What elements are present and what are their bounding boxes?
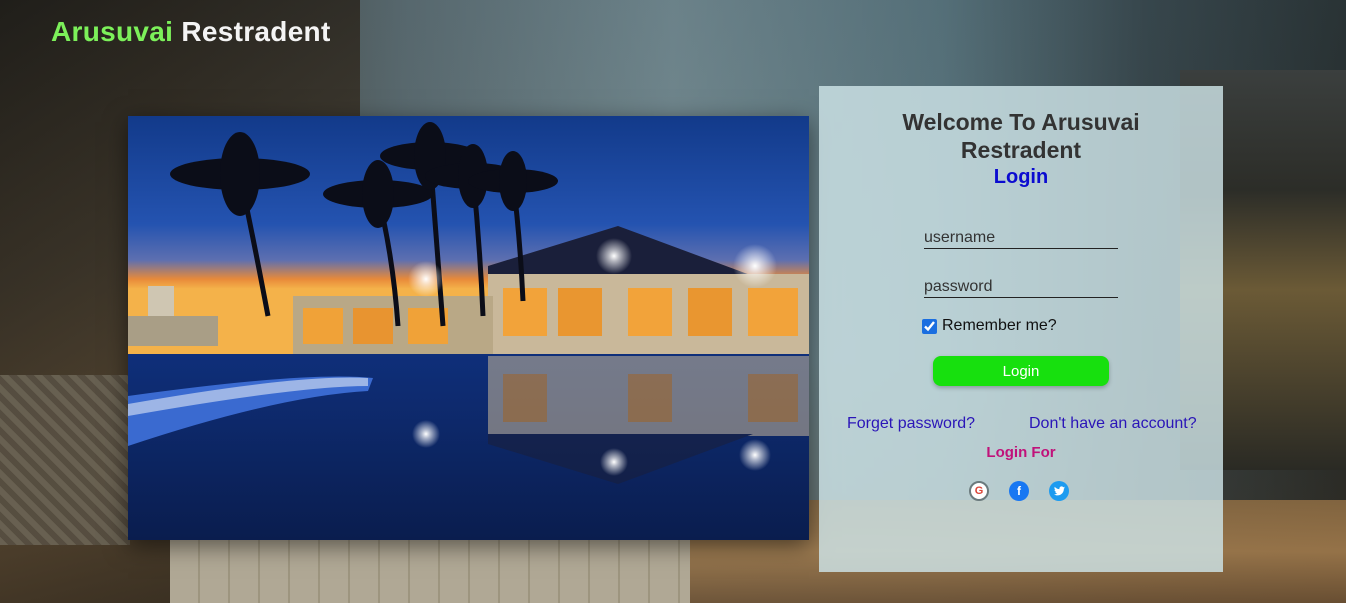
signup-link[interactable]: Don't have an account? [1029, 415, 1197, 433]
facebook-icon[interactable]: f [1009, 481, 1029, 501]
social-login-icons: G f [969, 481, 1069, 501]
google-icon[interactable]: G [969, 481, 989, 501]
forgot-password-link[interactable]: Forget password? [847, 415, 975, 433]
login-heading: Login [993, 166, 1049, 188]
login-button[interactable]: Login [933, 356, 1109, 386]
remember-me-checkbox[interactable] [922, 318, 937, 334]
twitter-icon[interactable] [1049, 481, 1069, 501]
background-stone-wall [0, 375, 130, 545]
background-path [170, 540, 690, 603]
brand-name-first: Arusuvai [51, 16, 174, 47]
brand-name-second: Restradent [181, 16, 331, 47]
password-input[interactable] [924, 278, 1118, 298]
login-for-label: Login For [986, 444, 1056, 461]
username-input[interactable] [924, 229, 1118, 249]
welcome-title: Welcome To Arusuvai Restradent [902, 109, 1140, 163]
brand-logo[interactable]: Arusuvai Restradent [51, 16, 331, 48]
login-card: Welcome To Arusuvai Restradent Login Rem… [819, 86, 1223, 572]
remember-me-label: Remember me? [942, 317, 1057, 334]
remember-me[interactable]: Remember me? [922, 317, 1057, 335]
hero-resort-photo [128, 116, 809, 540]
